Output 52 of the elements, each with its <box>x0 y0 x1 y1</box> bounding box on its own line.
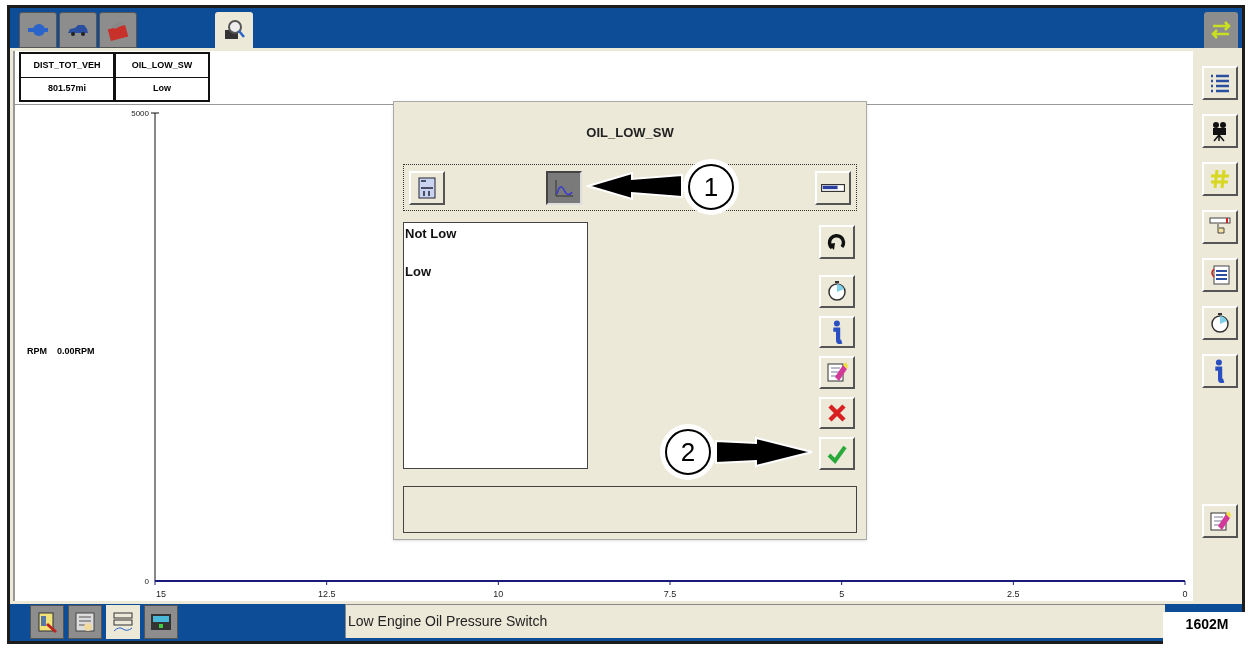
confirm-button[interactable] <box>819 437 855 470</box>
dialog-title: OIL_LOW_SW <box>586 124 674 143</box>
x-tick-label: 5 <box>839 589 845 599</box>
info-icon <box>1214 359 1225 383</box>
column-value: Low <box>152 82 172 96</box>
document-icon <box>35 610 59 634</box>
view-tab[interactable] <box>30 605 64 639</box>
digital-readout-icon <box>415 175 439 200</box>
x-tick-label: 12.5 <box>317 589 336 599</box>
graph-layout-icon <box>111 610 135 634</box>
magnifier-icon <box>222 18 246 42</box>
legend-reading: 0.00RPM <box>57 345 95 358</box>
toolbar-button[interactable] <box>1201 258 1238 292</box>
x-tick-label: 7.5 <box>663 589 677 599</box>
toolbar-button[interactable] <box>1201 354 1238 388</box>
x-tick-label: 15 <box>156 589 166 599</box>
cancel-button[interactable] <box>819 396 855 430</box>
tool-button[interactable] <box>819 356 855 389</box>
toolbar-button[interactable] <box>1201 162 1238 196</box>
tab[interactable] <box>215 12 253 48</box>
legend-label: RPM <box>27 345 47 358</box>
x-tick-label: 0 <box>1182 589 1188 599</box>
figure-label: 1602M <box>1185 615 1229 634</box>
state-item[interactable]: Low <box>405 261 587 281</box>
view-tab[interactable] <box>106 605 140 639</box>
view-tab[interactable] <box>144 605 178 639</box>
state-item[interactable]: Not Low <box>405 224 587 244</box>
callout-number: 1 <box>688 164 734 210</box>
x-tick-label: 10 <box>493 589 504 599</box>
tool-button[interactable] <box>819 315 855 349</box>
eraser-note-icon <box>825 360 849 385</box>
stopwatch-icon <box>825 279 849 304</box>
y-tick-label: 0 <box>144 577 149 586</box>
eraser-note-icon <box>1207 509 1232 533</box>
column-header: DIST_TOT_VEH <box>21 54 113 78</box>
callout-number: 2 <box>665 429 711 475</box>
bar-meter-icon <box>821 183 845 192</box>
toolbar-button[interactable] <box>1201 66 1238 100</box>
status-text: Low Engine Oil Pressure Switch <box>348 612 548 631</box>
edit-button[interactable] <box>1201 504 1238 538</box>
toolbar-button[interactable] <box>1201 306 1238 340</box>
column-value: 801.57mi <box>47 82 87 96</box>
toolbar-button[interactable] <box>1201 210 1238 244</box>
x-tick-label: 2.5 <box>1007 589 1020 599</box>
view-button[interactable] <box>546 170 582 205</box>
view-tab[interactable] <box>68 605 102 639</box>
undo-button[interactable] <box>819 225 855 259</box>
tool-button[interactable] <box>819 275 855 308</box>
y-tick-label: 5000 <box>131 109 149 118</box>
toolbar-button[interactable] <box>1201 114 1238 148</box>
info-icon <box>831 319 843 344</box>
column-header: OIL_LOW_SW <box>116 54 208 78</box>
